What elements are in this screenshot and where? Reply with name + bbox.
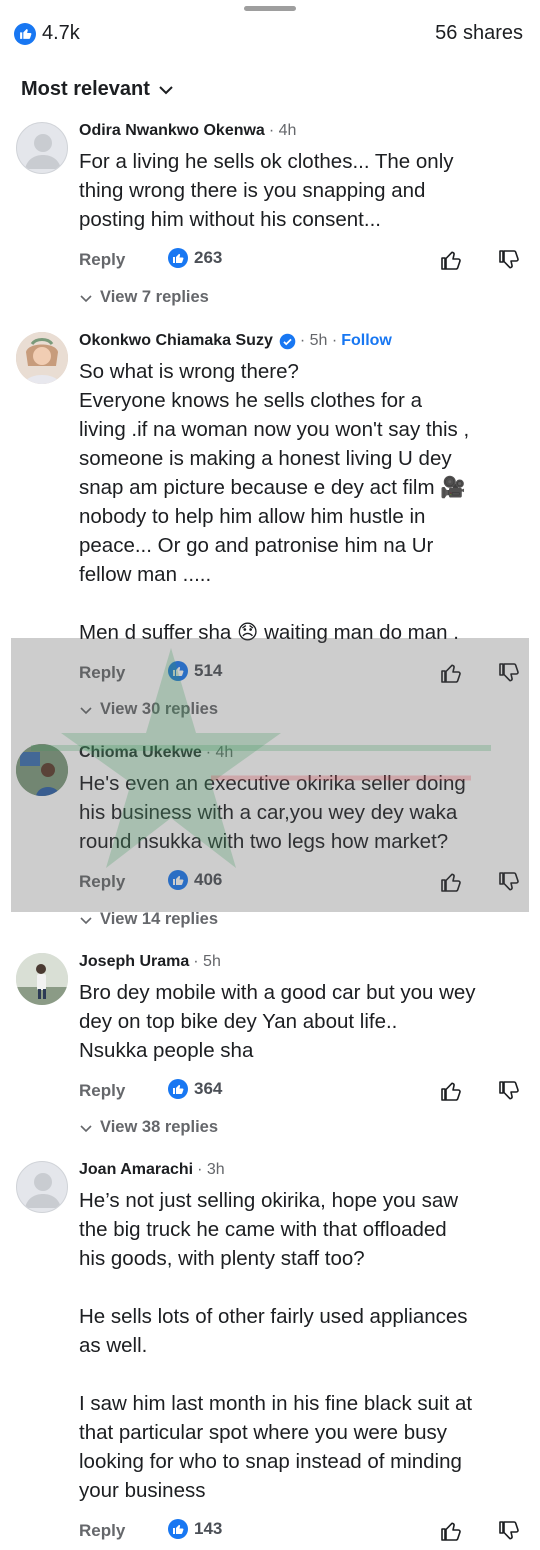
comment-actions: Reply 364 (79, 1079, 529, 1107)
follow-button[interactable]: Follow (341, 332, 392, 350)
like-reaction-icon (168, 1519, 188, 1539)
view-replies-button[interactable]: View 7 replies (80, 288, 209, 307)
comment-time: · 3h (197, 1161, 225, 1178)
comment-text: He's even an executive okirika seller do… (79, 772, 466, 853)
verified-badge-icon (279, 333, 296, 349)
comment-actions: Reply 143 (79, 1519, 529, 1547)
profile-photo (16, 953, 68, 1005)
like-reaction-icon (168, 661, 188, 681)
commenter-name[interactable]: Okonkwo Chiamaka Suzy (79, 332, 273, 350)
thumbs-down-icon[interactable] (497, 870, 521, 894)
thumbs-down-icon[interactable] (497, 248, 521, 272)
commenter-name[interactable]: Chioma Ukekwe (79, 744, 202, 762)
commenter-name[interactable]: Joan Amarachi (79, 1161, 193, 1179)
view-replies-button[interactable]: View 30 replies (80, 700, 218, 719)
sort-label: Most relevant (21, 78, 150, 100)
comment-time: · 4h (205, 744, 234, 761)
reaction-count[interactable]: 263 (168, 248, 222, 268)
comment-header: Odira Nwankwo Okenwa · 4h (79, 122, 296, 140)
reply-button[interactable]: Reply (79, 663, 125, 683)
thumbs-up-icon[interactable] (439, 661, 463, 685)
sort-dropdown[interactable]: Most relevant (21, 78, 174, 101)
reaction-count[interactable]: 364 (168, 1079, 222, 1099)
comment-header: Joseph Urama · 5h (79, 953, 221, 971)
avatar[interactable] (16, 953, 68, 1005)
comment-time: · 5h (193, 953, 221, 970)
avatar[interactable] (16, 332, 68, 384)
thumbs-up-icon[interactable] (439, 1079, 463, 1103)
like-reaction-icon (14, 22, 36, 45)
reaction-count[interactable]: 514 (168, 661, 222, 681)
commenter-name[interactable]: Joseph Urama (79, 953, 189, 971)
comment-actions: Reply 263 (79, 248, 529, 276)
view-replies-button[interactable]: View 14 replies (80, 910, 218, 929)
comment-header: Joan Amarachi · 3h (79, 1161, 225, 1179)
avatar[interactable] (16, 1161, 68, 1213)
comment-header: Chioma Ukekwe · 4h (79, 744, 233, 762)
comment-actions: Reply 514 (79, 661, 529, 689)
drag-handle[interactable] (244, 6, 296, 11)
default-avatar-icon (25, 1173, 61, 1208)
like-reaction-icon (168, 870, 188, 890)
thumbs-up-icon[interactable] (439, 1519, 463, 1543)
reply-button[interactable]: Reply (79, 1081, 125, 1101)
comment-header: Okonkwo Chiamaka Suzy · 5h · Follow (79, 332, 392, 350)
shares-count[interactable]: 56 shares (435, 22, 523, 45)
chevron-down-icon (80, 916, 92, 924)
comment-text: So what is wrong there? Everyone knows h… (79, 360, 470, 644)
likes-count: 4.7k (42, 22, 80, 44)
reply-button[interactable]: Reply (79, 1521, 125, 1541)
comment-time: · 5h · (299, 332, 338, 349)
thumbs-down-icon[interactable] (497, 1519, 521, 1543)
profile-photo (16, 332, 68, 384)
avatar[interactable] (16, 744, 68, 796)
thumbs-up-icon[interactable] (439, 248, 463, 272)
view-replies-button[interactable]: View 38 replies (80, 1118, 218, 1137)
like-reaction-icon (168, 1079, 188, 1099)
default-avatar-icon (25, 134, 61, 169)
reply-button[interactable]: Reply (79, 872, 125, 892)
commenter-name[interactable]: Odira Nwankwo Okenwa (79, 122, 265, 140)
reply-button[interactable]: Reply (79, 250, 125, 270)
likes-summary[interactable]: 4.7k (14, 22, 80, 45)
comment-text: Bro dey mobile with a good car but you w… (79, 981, 476, 1062)
comment-text: He’s not just selling okirika, hope you … (79, 1189, 473, 1502)
comment-time: · 4h (268, 122, 297, 139)
avatar[interactable] (16, 122, 68, 174)
chevron-down-icon (80, 1124, 92, 1132)
reaction-count[interactable]: 406 (168, 870, 222, 890)
comment-text: For a living he sells ok clothes... The … (79, 150, 454, 231)
comment-actions: Reply 406 (79, 870, 529, 898)
like-reaction-icon (168, 248, 188, 268)
chevron-down-icon (159, 85, 173, 94)
profile-photo (16, 744, 68, 796)
chevron-down-icon (80, 294, 92, 302)
thumbs-up-icon[interactable] (439, 870, 463, 894)
reaction-count[interactable]: 143 (168, 1519, 222, 1539)
thumbs-down-icon[interactable] (497, 661, 521, 685)
thumbs-down-icon[interactable] (497, 1079, 521, 1103)
chevron-down-icon (80, 706, 92, 714)
reactions-summary-bar: 4.7k 56 shares (0, 20, 540, 50)
